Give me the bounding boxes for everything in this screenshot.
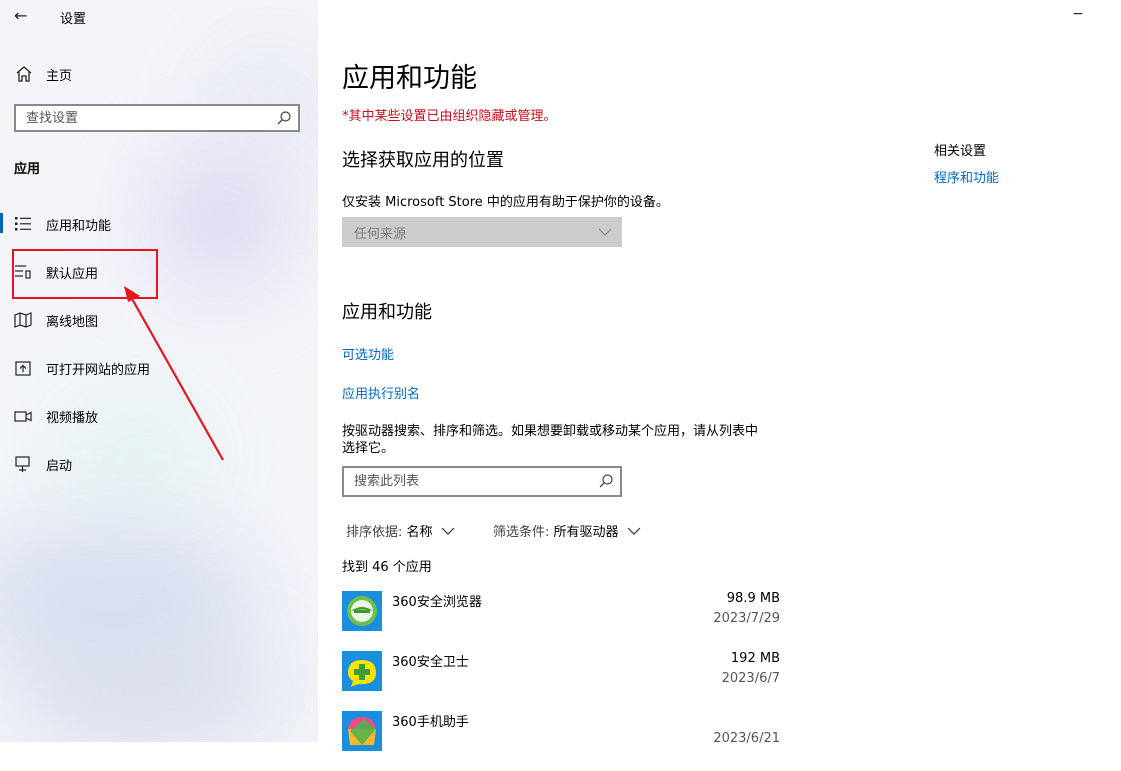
- app-list-item[interactable]: 360手机助手 2023/6/21: [342, 711, 782, 771]
- page-title: 应用和功能: [342, 63, 477, 94]
- sidebar-item-label: 可打开网站的应用: [46, 363, 151, 378]
- search-instructions: 按驱动器搜索、排序和筛选。如果想要卸载或移动某个应用，请从列表中 选择它。: [342, 423, 758, 457]
- home-label: 主页: [46, 69, 73, 84]
- app-name: 360手机助手: [392, 715, 469, 730]
- sort-dropdown[interactable]: 排序依据: 名称: [346, 521, 455, 540]
- video-playback-icon: [14, 411, 32, 422]
- sidebar-item-label: 视频播放: [46, 411, 99, 426]
- sidebar-item-label: 启动: [46, 459, 73, 474]
- sidebar: ← 设置 主页 应用 应用和功能: [0, 0, 318, 742]
- app-name: 360安全卫士: [392, 655, 469, 670]
- search-icon[interactable]: [276, 110, 292, 126]
- chevron-down-icon: [598, 228, 612, 236]
- filter-label: 筛选条件:: [493, 525, 550, 540]
- dropdown-selected-value: 任何来源: [354, 227, 407, 242]
- optional-features-link[interactable]: 可选功能: [342, 344, 394, 363]
- app-list-item[interactable]: 360安全浏览器 98.9 MB 2023/7/29: [342, 591, 782, 651]
- app-install-date: 2023/7/29: [713, 611, 780, 626]
- filter-value: 所有驱动器: [553, 525, 619, 540]
- sort-value: 名称: [406, 525, 433, 540]
- apps-for-websites-icon: [15, 361, 31, 376]
- back-arrow-icon: ←: [14, 6, 28, 25]
- app-list-search-box[interactable]: [342, 466, 622, 497]
- sidebar-item-label: 离线地图: [46, 315, 99, 330]
- sidebar-item-label: 应用和功能: [46, 219, 112, 234]
- apps-features-icon: [15, 217, 31, 231]
- annotation-highlight-box: [12, 249, 158, 299]
- chevron-down-icon: [441, 527, 455, 535]
- app-source-dropdown[interactable]: 任何来源: [342, 217, 622, 247]
- choose-location-heading: 选择获取应用的位置: [342, 150, 504, 171]
- app-size: 192 MB: [730, 651, 780, 666]
- sidebar-item-video-playback[interactable]: 视频播放: [0, 396, 318, 436]
- sidebar-item-apps-features[interactable]: 应用和功能: [0, 204, 318, 244]
- app-list-item[interactable]: 360安全卫士 192 MB 2023/6/7: [342, 651, 782, 711]
- 360-browser-icon: [342, 591, 382, 631]
- apps-features-heading: 应用和功能: [342, 302, 432, 323]
- managed-warning: *其中某些设置已由组织隐藏或管理。: [342, 109, 557, 124]
- programs-features-link[interactable]: 程序和功能: [934, 167, 999, 186]
- app-execution-alias-link[interactable]: 应用执行别名: [342, 383, 420, 402]
- search-instructions-line2: 选择它。: [342, 441, 395, 456]
- section-title: 应用: [14, 162, 41, 177]
- 360-security-guard-icon: [342, 651, 382, 691]
- home-icon: [16, 66, 32, 82]
- minimize-button[interactable]: −: [1072, 6, 1092, 26]
- apps-found-count: 找到 46 个应用: [342, 560, 432, 575]
- app-install-date: 2023/6/7: [721, 671, 780, 686]
- app-list-search-input[interactable]: [344, 468, 599, 495]
- app-size: 98.9 MB: [726, 591, 780, 606]
- app-install-date: 2023/6/21: [713, 731, 780, 746]
- search-instructions-line1: 按驱动器搜索、排序和筛选。如果想要卸载或移动某个应用，请从列表中: [342, 424, 759, 439]
- filter-dropdown[interactable]: 筛选条件: 所有驱动器: [493, 521, 641, 540]
- startup-icon: [15, 456, 30, 472]
- settings-search-input[interactable]: [16, 106, 276, 130]
- chevron-down-icon: [627, 527, 641, 535]
- back-button[interactable]: ←: [14, 6, 34, 26]
- window-title: 设置: [60, 12, 87, 27]
- sidebar-item-startup[interactable]: 启动: [0, 444, 318, 484]
- home-nav-item[interactable]: 主页: [0, 56, 318, 92]
- app-name: 360安全浏览器: [392, 595, 482, 610]
- search-icon[interactable]: [598, 473, 614, 489]
- sort-label: 排序依据:: [346, 525, 403, 540]
- minimize-icon: −: [1072, 6, 1084, 22]
- 360-mobile-assistant-icon: [342, 711, 382, 751]
- offline-maps-icon: [14, 312, 32, 328]
- sidebar-item-offline-maps[interactable]: 离线地图: [0, 300, 318, 340]
- related-settings-title: 相关设置: [934, 144, 987, 159]
- sidebar-item-apps-for-websites[interactable]: 可打开网站的应用: [0, 348, 318, 388]
- choose-location-description: 仅安装 Microsoft Store 中的应用有助于保护你的设备。: [342, 195, 669, 210]
- settings-search-box[interactable]: [14, 104, 300, 132]
